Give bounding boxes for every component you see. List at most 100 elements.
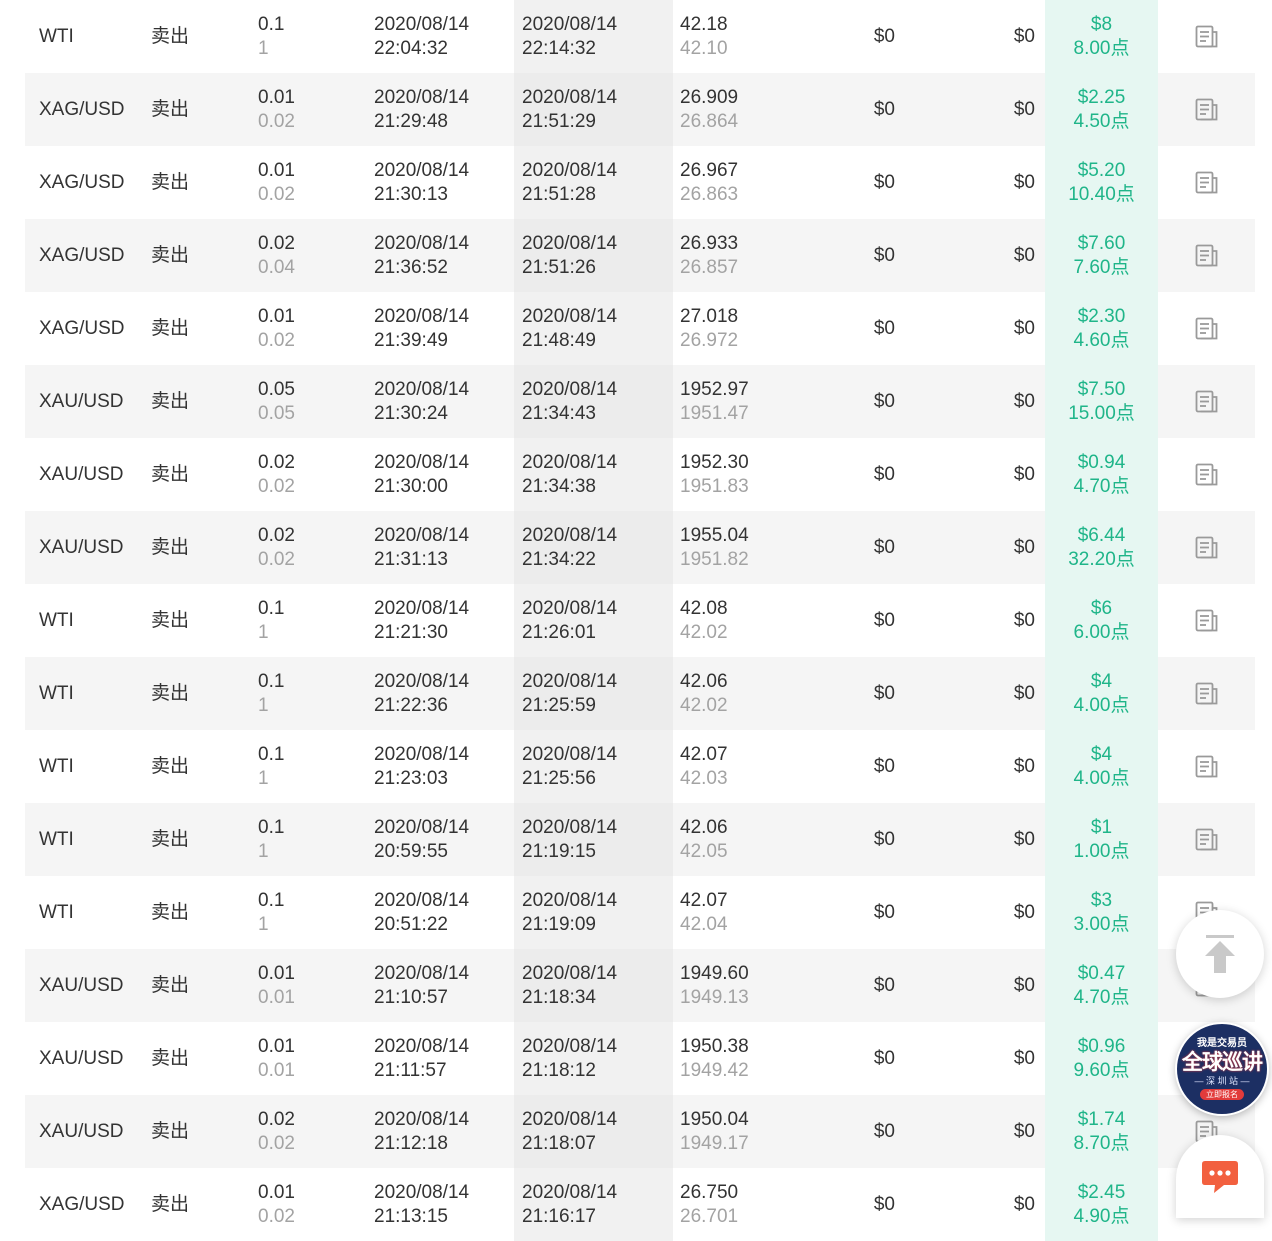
profit: $6 [1090, 597, 1113, 619]
symbol: XAG/USD [39, 98, 125, 120]
profit: $0.47 [1077, 962, 1126, 984]
symbol: XAG/USD [39, 171, 125, 193]
detail-document-icon[interactable] [1194, 316, 1220, 342]
commission: $0 [873, 1120, 895, 1142]
close-time: 21:51:26 [522, 256, 596, 278]
commission: $0 [873, 974, 895, 996]
close-date: 2020/08/14 [522, 159, 618, 181]
swap: $0 [1013, 98, 1035, 120]
open-price: 26.933 [680, 232, 739, 254]
swap: $0 [1013, 974, 1035, 996]
symbol: WTI [39, 755, 74, 777]
detail-document-icon[interactable] [1194, 389, 1220, 415]
lots-secondary: 1 [258, 913, 269, 935]
promo-badge[interactable]: 我是交易员 全球巡讲 — 深 圳 站 — 立即报名 [1175, 1022, 1269, 1116]
lots-secondary: 1 [258, 767, 269, 789]
lots-secondary: 0.01 [258, 986, 295, 1008]
close-price: 1949.17 [680, 1132, 749, 1154]
open-time: 21:30:00 [374, 475, 448, 497]
open-price: 42.07 [680, 743, 728, 765]
lots-secondary: 0.02 [258, 548, 295, 570]
close-time: 21:19:09 [522, 913, 596, 935]
profit-points: 8.00点 [1073, 37, 1130, 59]
detail-document-icon[interactable] [1194, 754, 1220, 780]
close-date: 2020/08/14 [522, 524, 618, 546]
direction: 卖出 [151, 317, 190, 339]
detail-document-icon[interactable] [1194, 97, 1220, 123]
open-date: 2020/08/14 [374, 451, 470, 473]
open-price: 26.750 [680, 1181, 739, 1203]
trade-row: WTI 卖出 0.1 1 2020/08/14 22:04:32 2020/08… [25, 0, 1255, 73]
lots: 0.1 [258, 743, 285, 765]
profit-points: 32.20点 [1068, 548, 1135, 570]
commission: $0 [873, 755, 895, 777]
symbol: WTI [39, 901, 74, 923]
open-price: 1950.04 [680, 1108, 749, 1130]
close-date: 2020/08/14 [522, 13, 618, 35]
promo-sub-text: — 深 圳 站 — [1194, 1076, 1250, 1086]
lots-secondary: 0.02 [258, 183, 295, 205]
close-time: 21:34:43 [522, 402, 596, 424]
trade-row: XAG/USD 卖出 0.02 0.04 2020/08/14 21:36:52… [25, 219, 1255, 292]
swap: $0 [1013, 1047, 1035, 1069]
close-price: 26.864 [680, 110, 739, 132]
detail-document-icon[interactable] [1194, 608, 1220, 634]
detail-document-icon[interactable] [1194, 24, 1220, 50]
detail-document-icon[interactable] [1194, 535, 1220, 561]
detail-document-icon[interactable] [1194, 827, 1220, 853]
close-price: 26.863 [680, 183, 739, 205]
close-date: 2020/08/14 [522, 451, 618, 473]
direction: 卖出 [151, 244, 190, 266]
profit-points: 3.00点 [1073, 913, 1130, 935]
direction: 卖出 [151, 25, 190, 47]
commission: $0 [873, 609, 895, 631]
profit: $2.25 [1077, 86, 1126, 108]
open-price: 27.018 [680, 305, 739, 327]
close-time: 21:25:59 [522, 694, 596, 716]
lots: 0.01 [258, 1035, 295, 1057]
detail-document-icon[interactable] [1194, 243, 1220, 269]
open-price: 42.06 [680, 670, 728, 692]
swap: $0 [1013, 1120, 1035, 1142]
profit: $3 [1090, 889, 1113, 911]
profit-points: 9.60点 [1073, 1059, 1130, 1081]
trade-row: XAU/USD 卖出 0.02 0.02 2020/08/14 21:31:13… [25, 511, 1255, 584]
symbol: XAG/USD [39, 317, 125, 339]
lots-secondary: 0.02 [258, 475, 295, 497]
chat-bubble-icon [1202, 1160, 1238, 1193]
direction: 卖出 [151, 98, 190, 120]
open-date: 2020/08/14 [374, 232, 470, 254]
open-price: 42.18 [680, 13, 728, 35]
detail-document-icon[interactable] [1194, 170, 1220, 196]
profit: $6.44 [1077, 524, 1126, 546]
direction: 卖出 [151, 1193, 190, 1215]
direction: 卖出 [151, 828, 190, 850]
lots-secondary: 1 [258, 37, 269, 59]
open-date: 2020/08/14 [374, 159, 470, 181]
direction: 卖出 [151, 901, 190, 923]
profit: $8 [1090, 13, 1113, 35]
detail-document-icon[interactable] [1194, 681, 1220, 707]
swap: $0 [1013, 755, 1035, 777]
trade-row: XAG/USD 卖出 0.01 0.02 2020/08/14 21:30:13… [25, 146, 1255, 219]
commission: $0 [873, 901, 895, 923]
lots-secondary: 1 [258, 840, 269, 862]
promo-main-text: 全球巡讲 [1182, 1051, 1263, 1074]
symbol: XAG/USD [39, 1193, 125, 1215]
open-time: 21:10:57 [374, 986, 448, 1008]
profit-points: 4.90点 [1073, 1205, 1130, 1227]
direction: 卖出 [151, 682, 190, 704]
symbol: XAG/USD [39, 244, 125, 266]
lots: 0.02 [258, 232, 295, 254]
lots-secondary: 1 [258, 621, 269, 643]
profit: $2.30 [1077, 305, 1126, 327]
symbol: WTI [39, 25, 74, 47]
detail-document-icon[interactable] [1194, 462, 1220, 488]
close-date: 2020/08/14 [522, 962, 618, 984]
close-time: 21:16:17 [522, 1205, 596, 1227]
chat-button[interactable] [1176, 1135, 1264, 1218]
close-time: 22:14:32 [522, 37, 596, 59]
close-price: 1951.82 [680, 548, 749, 570]
close-date: 2020/08/14 [522, 232, 618, 254]
back-to-top-button[interactable] [1176, 910, 1264, 998]
